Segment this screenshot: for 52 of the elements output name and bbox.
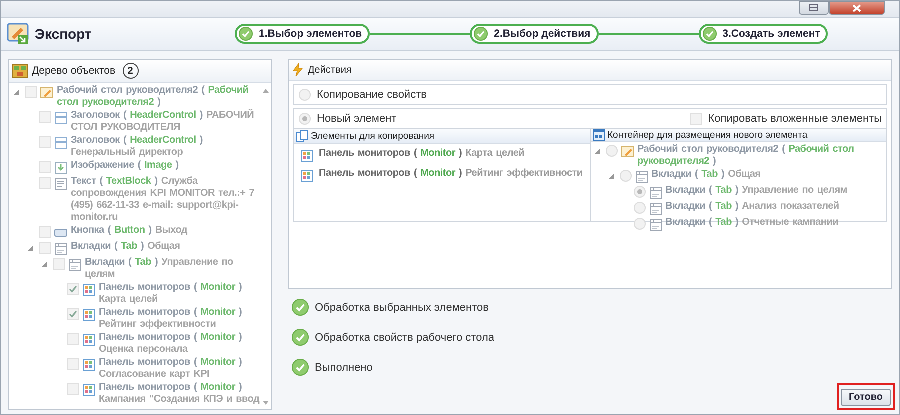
export-icon: [7, 23, 29, 45]
tabs-icon: [648, 218, 662, 232]
panel-title: Дерево объектов: [32, 65, 116, 77]
window-bar-icon: [54, 111, 68, 125]
column-header: Контейнер для размещения нового элемента: [608, 130, 808, 140]
pencil-window-icon: [620, 145, 634, 159]
status-text: Выполнено: [315, 362, 373, 374]
tabs-icon: [68, 258, 82, 272]
radio-button[interactable]: [299, 88, 311, 100]
grid-icon: [82, 383, 96, 397]
lightning-icon: [292, 63, 304, 77]
button-shape-icon: [54, 226, 68, 240]
tree-item-label[interactable]: Панель мониторов ( Monitor ) Карта целей: [319, 148, 525, 160]
tabs-icon: [648, 202, 662, 216]
grid-icon: [300, 149, 314, 163]
window-bar-icon: [54, 136, 68, 150]
grid-icon: [82, 283, 96, 297]
radio-option[interactable]: Новый элемент: [294, 109, 397, 128]
wizard-step[interactable]: 3.Создать элемент: [698, 24, 828, 44]
grid-icon: [82, 358, 96, 372]
tree-item-label[interactable]: Панель мониторов ( Monitor ) Рейтинг эффективности: [319, 168, 583, 180]
panel-title: Действия: [308, 64, 352, 76]
grid-icon: [300, 169, 314, 183]
wizard-step[interactable]: 1.Выбор элементов: [235, 24, 370, 44]
grid-icon: [82, 333, 96, 347]
wizard-step[interactable]: 2.Выбор действия: [470, 24, 599, 44]
image-icon: [54, 161, 68, 175]
window-title: Экспорт: [35, 26, 93, 42]
checkbox[interactable]: [690, 112, 702, 124]
text-block-icon: [54, 177, 68, 191]
status-text: Обработка свойств рабочего стола: [315, 332, 494, 344]
tree-icon: [12, 64, 28, 78]
minimize-icon: [809, 4, 819, 12]
grid-icon: [82, 308, 96, 322]
pencil-window-icon: [40, 86, 54, 100]
status-text: Обработка выбранных элементов: [315, 302, 489, 314]
tabs-icon: [634, 170, 648, 184]
column-header: Элементы для копирования: [311, 130, 435, 142]
container-icon: [592, 129, 604, 141]
scroll-down-arrow[interactable]: [262, 400, 270, 406]
tabs-icon: [54, 242, 68, 256]
radio-button[interactable]: [299, 112, 311, 124]
checkbox-option[interactable]: Копировать вложенные элементы: [685, 109, 882, 128]
done-button[interactable]: Готово: [841, 389, 891, 406]
tabs-icon: [648, 186, 662, 200]
scroll-up-arrow[interactable]: [262, 88, 270, 94]
radio-option[interactable]: Копирование свойств: [294, 85, 886, 104]
minimize-button[interactable]: [799, 1, 829, 15]
close-button[interactable]: [829, 1, 885, 15]
close-icon: [852, 4, 862, 12]
count-badge: 2: [122, 63, 139, 79]
copy-icon: [296, 130, 308, 142]
